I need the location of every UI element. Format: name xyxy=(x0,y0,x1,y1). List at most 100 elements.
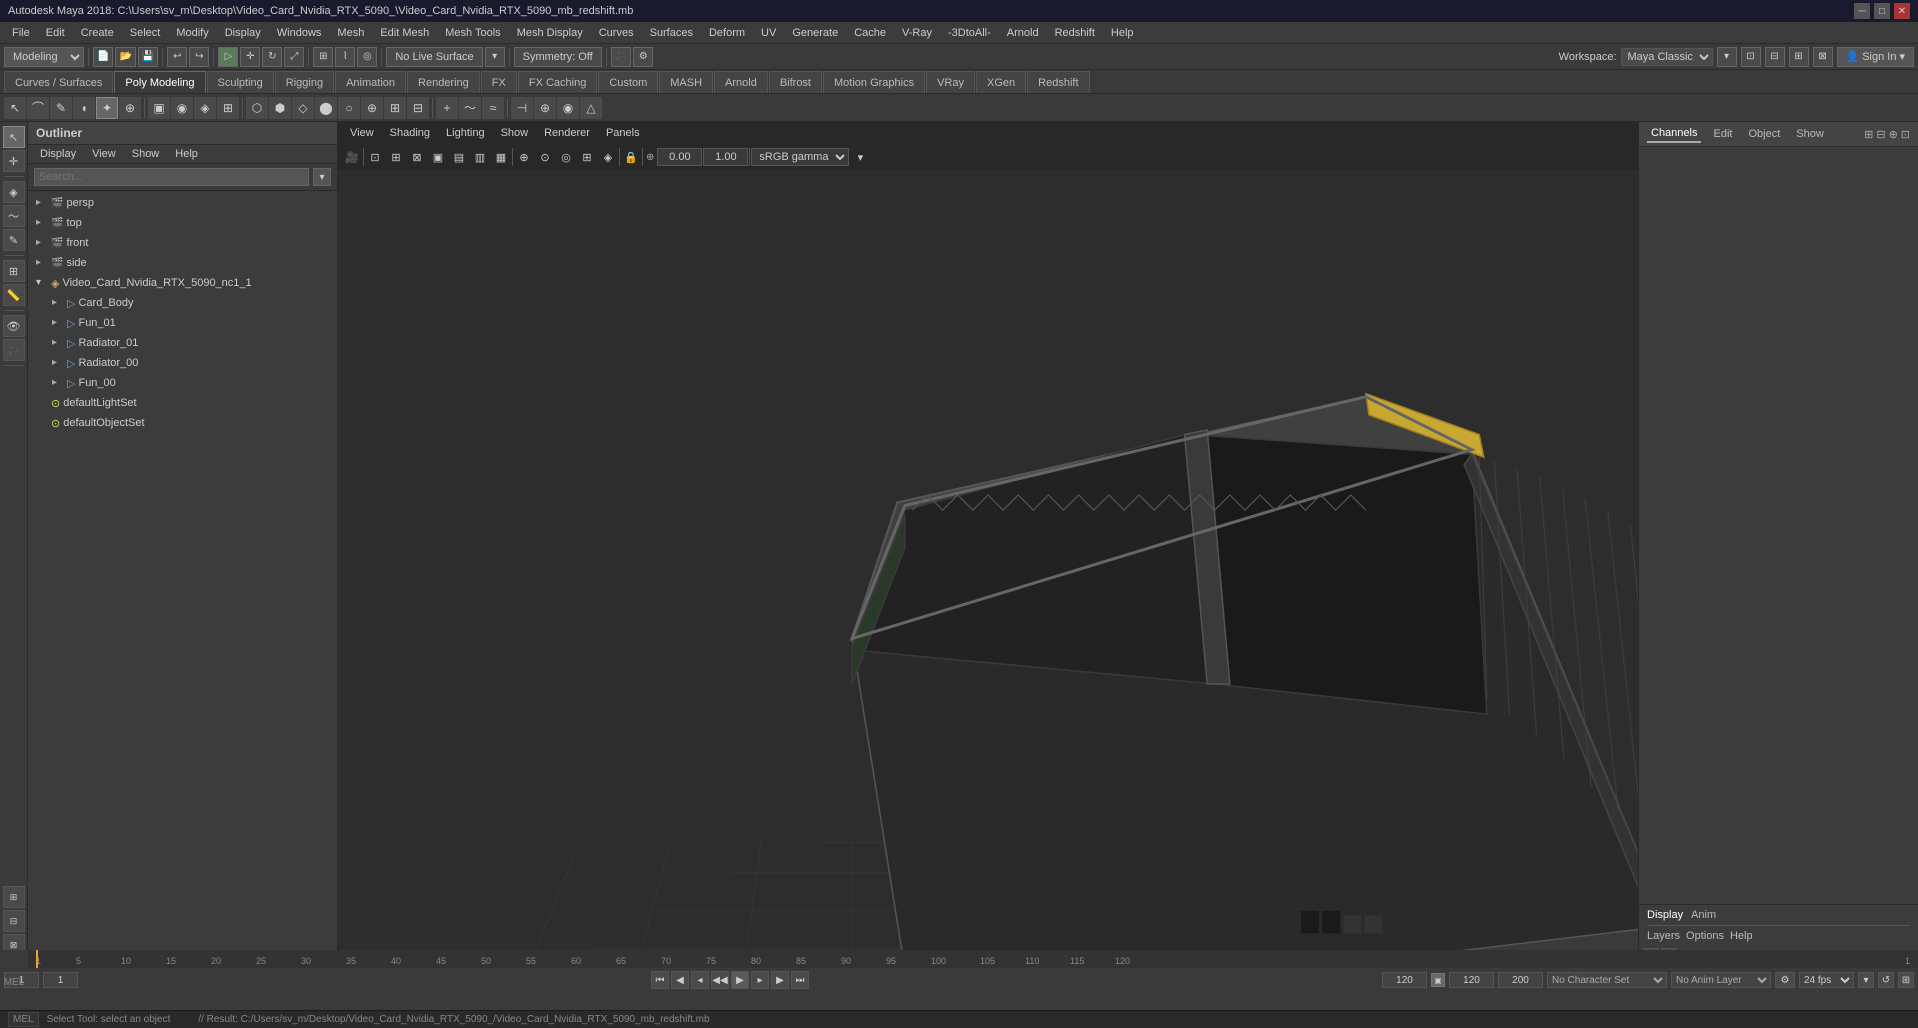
tab-redshift[interactable]: Redshift xyxy=(1027,71,1089,93)
vp-menu-shading[interactable]: Shading xyxy=(382,125,438,141)
no-live-surface-button[interactable]: No Live Surface xyxy=(386,47,482,67)
display-tool-btn[interactable]: 👁 xyxy=(3,315,25,337)
expand-rad00[interactable]: ▸ xyxy=(52,357,64,369)
live-surface-arrow[interactable]: ▾ xyxy=(485,47,505,67)
open-scene-button[interactable]: 📂 xyxy=(115,47,135,67)
menu-create[interactable]: Create xyxy=(73,25,122,41)
lasso-select-button[interactable]: ⌒ xyxy=(27,97,49,119)
snap-tool-btn[interactable]: ⊞ xyxy=(3,260,25,282)
menu-mesh-tools[interactable]: Mesh Tools xyxy=(437,25,508,41)
tab-show[interactable]: Show xyxy=(1792,126,1828,142)
range-start-current[interactable] xyxy=(43,972,78,988)
outliner-item-card-body[interactable]: ▸ ▷ Card_Body xyxy=(28,293,337,313)
playback-speed-button[interactable]: ▾ xyxy=(1858,972,1874,988)
character-set-select[interactable]: No Character Set xyxy=(1547,972,1667,988)
time-end-input[interactable] xyxy=(1382,972,1427,988)
vp-wireframe-btn[interactable]: ◈ xyxy=(598,147,618,167)
menu-surfaces[interactable]: Surfaces xyxy=(642,25,701,41)
vp-layout3[interactable]: ▥ xyxy=(470,147,490,167)
loop-button[interactable]: ↺ xyxy=(1878,972,1894,988)
vp-snap1[interactable]: ⊕ xyxy=(514,147,534,167)
expand-side[interactable]: ▸ xyxy=(36,257,48,269)
step-back-button[interactable]: ◀ xyxy=(671,971,689,989)
shaded-wire-button[interactable]: ◈ xyxy=(194,97,216,119)
display-layer-btn[interactable]: ⊞ xyxy=(3,886,25,908)
sign-in-button[interactable]: 👤 Sign In ▾ xyxy=(1837,47,1914,67)
step-forward-button[interactable]: ▶ xyxy=(771,971,789,989)
menu-modify[interactable]: Modify xyxy=(168,25,216,41)
render-settings-button[interactable]: ⚙ xyxy=(633,47,653,67)
render-region-button[interactable]: 🎥 xyxy=(611,47,631,67)
outliner-item-fun01[interactable]: ▸ ▷ Fun_01 xyxy=(28,313,337,333)
connect-button[interactable]: ⊕ xyxy=(361,97,383,119)
move-tool-btn[interactable]: ✛ xyxy=(3,150,25,172)
tab-object[interactable]: Object xyxy=(1744,126,1784,142)
outliner-item-default-object-set[interactable]: ⊙ defaultObjectSet xyxy=(28,413,337,433)
mirror-button[interactable]: ⊣ xyxy=(511,97,533,119)
expand-top[interactable]: ▸ xyxy=(36,217,48,229)
redo-button[interactable]: ↪ xyxy=(189,47,209,67)
help-subtab[interactable]: Help xyxy=(1730,930,1753,942)
wireframe-button[interactable]: ▣ xyxy=(148,97,170,119)
tab-fx-caching[interactable]: FX Caching xyxy=(518,71,597,93)
vp-single-view[interactable]: ⊡ xyxy=(365,147,385,167)
fill-hole-button[interactable]: ○ xyxy=(338,97,360,119)
menu-vray[interactable]: V-Ray xyxy=(894,25,940,41)
outliner-menu-show[interactable]: Show xyxy=(124,146,168,162)
boolean-button[interactable]: ⊕ xyxy=(534,97,556,119)
quad-draw-button[interactable]: + xyxy=(436,97,458,119)
mode-dropdown[interactable]: Modeling xyxy=(4,47,84,67)
expand-front[interactable]: ▸ xyxy=(36,237,48,249)
outliner-menu-help[interactable]: Help xyxy=(167,146,206,162)
workspace-options[interactable]: ▾ xyxy=(1717,47,1737,67)
snap-point-button[interactable]: ◎ xyxy=(357,47,377,67)
measure-tool-btn[interactable]: 📏 xyxy=(3,284,25,306)
scale-tool-button[interactable]: ⤢ xyxy=(284,47,304,67)
tab-fx[interactable]: FX xyxy=(481,71,517,93)
vp-gamma-select[interactable]: sRGB gamma xyxy=(751,148,849,166)
transform-button[interactable]: ✦ xyxy=(96,97,118,119)
tab-animation[interactable]: Animation xyxy=(335,71,406,93)
vp-exposure-input[interactable] xyxy=(657,148,702,166)
menu-arnold[interactable]: Arnold xyxy=(999,25,1047,41)
outliner-item-front[interactable]: ▸ 🎬 front xyxy=(28,233,337,253)
vp-menu-lighting[interactable]: Lighting xyxy=(438,125,493,141)
select-mode-button[interactable]: ↖ xyxy=(4,97,26,119)
expand-fun00[interactable]: ▸ xyxy=(52,377,64,389)
tab-mash[interactable]: MASH xyxy=(659,71,713,93)
menu-3dtall[interactable]: -3DtoAll- xyxy=(940,25,999,41)
channel-icon-3[interactable]: ⊕ xyxy=(1889,128,1898,141)
select-tool-button[interactable]: ▷ xyxy=(218,47,238,67)
anim-range-icon[interactable]: ▣ xyxy=(1431,973,1445,987)
channel-icon-2[interactable]: ⊟ xyxy=(1876,128,1885,141)
snap-curve-button[interactable]: ⌇ xyxy=(335,47,355,67)
expand-persp[interactable]: ▸ xyxy=(36,197,48,209)
menu-cache[interactable]: Cache xyxy=(846,25,894,41)
bevel-button[interactable]: ◇ xyxy=(292,97,314,119)
menu-help[interactable]: Help xyxy=(1103,25,1142,41)
vp-gamma-input[interactable] xyxy=(703,148,748,166)
paint-tool-btn[interactable]: ✎ xyxy=(3,229,25,251)
menu-generate[interactable]: Generate xyxy=(784,25,846,41)
anim-tab[interactable]: Anim xyxy=(1691,909,1716,921)
minimize-button[interactable]: ─ xyxy=(1854,3,1870,19)
tab-curves-surfaces[interactable]: Curves / Surfaces xyxy=(4,71,113,93)
outliner-item-video-card-group[interactable]: ▾ ◈ Video_Card_Nvidia_RTX_5090_nc1_1 xyxy=(28,273,337,293)
time-ruler[interactable]: 1 5 10 15 20 25 30 35 40 45 50 55 60 65 … xyxy=(28,950,1918,968)
tab-custom[interactable]: Custom xyxy=(598,71,658,93)
bridge-button[interactable]: ⬢ xyxy=(269,97,291,119)
menu-redshift[interactable]: Redshift xyxy=(1047,25,1103,41)
snap-grid-button[interactable]: ⊞ xyxy=(313,47,333,67)
paint-select-button[interactable]: ✎ xyxy=(50,97,72,119)
outliner-item-default-light-set[interactable]: ⊙ defaultLightSet xyxy=(28,393,337,413)
vp-menu-show[interactable]: Show xyxy=(493,125,537,141)
soft-select-button[interactable]: ◖ xyxy=(73,97,95,119)
fps-select[interactable]: 24 fps xyxy=(1799,972,1854,988)
menu-mesh[interactable]: Mesh xyxy=(329,25,372,41)
merge-button[interactable]: ⬤ xyxy=(315,97,337,119)
menu-curves[interactable]: Curves xyxy=(591,25,642,41)
display-tab[interactable]: Display xyxy=(1647,909,1683,921)
settings-button[interactable]: ⊞ xyxy=(1898,972,1914,988)
poly-model-btn[interactable]: ◈ xyxy=(3,181,25,203)
expand-fun01[interactable]: ▸ xyxy=(52,317,64,329)
